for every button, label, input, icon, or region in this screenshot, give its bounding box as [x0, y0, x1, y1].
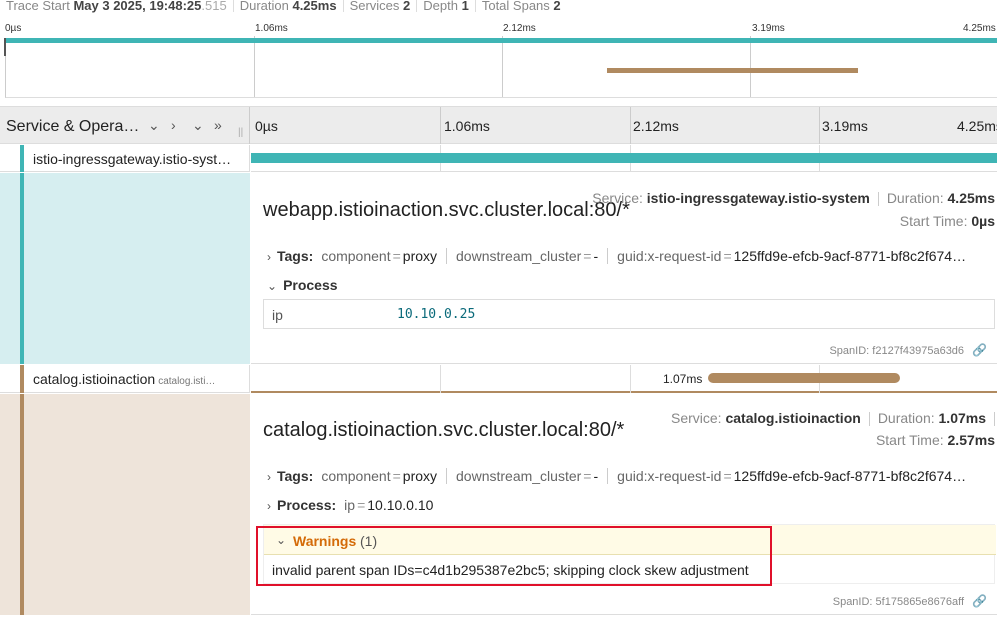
- timeline-gridline: [630, 107, 631, 144]
- span-bar[interactable]: [708, 373, 900, 383]
- span-meta-start: Start Time: 0µs: [900, 213, 995, 229]
- minimap-tick: 0µs: [5, 23, 22, 34]
- span-operation-title: webapp.istioinaction.svc.cluster.local:8…: [263, 199, 630, 221]
- process-table: ip 10.10.0.25: [263, 299, 995, 329]
- span-timeline-row[interactable]: 1.07ms: [251, 365, 997, 393]
- process-row[interactable]: › Process: ip = 10.10.0.10: [267, 497, 451, 513]
- double-chevron-right-icon[interactable]: »: [214, 117, 222, 133]
- span-detail-gutter: [0, 173, 250, 364]
- minimap-span-bar: [607, 68, 858, 73]
- trace-header: Trace Start May 3 2025, 19:48:25.515 Dura…: [0, 0, 997, 14]
- timeline-header: Service & Opera… ⌄ › ⌄ » || 0µs 1.06ms 2…: [0, 106, 997, 144]
- timeline-tick: 1.06ms: [444, 118, 490, 134]
- meta-duration-label: Duration:: [886, 190, 944, 206]
- meta-duration-value: 1.07ms: [938, 410, 986, 426]
- chevron-down-icon[interactable]: ⌄: [267, 279, 277, 293]
- tag-item: guid:x-request-id = 125ffd9e-efcb-9acf-877…: [617, 468, 967, 484]
- meta-start-value: 0µs: [971, 213, 995, 229]
- process-label: Process: [283, 277, 338, 293]
- span-operation-short: catalog.isti…: [158, 376, 216, 387]
- span-color-accent: [20, 365, 24, 393]
- process-value: 10.10.0.25: [397, 307, 476, 322]
- trace-depth: Depth 1: [417, 0, 476, 12]
- tag-item: guid:x-request-id = 125ffd9e-efcb-9acf-877…: [617, 248, 967, 264]
- trace-total-spans: Total Spans 2: [481, 0, 561, 13]
- span-row-istio-ingressgateway[interactable]: istio-ingressgateway.istio-syst…: [0, 145, 250, 172]
- process-item: ip = 10.10.0.10: [344, 497, 434, 513]
- span-id-line: SpanID: 5f175865e8676aff 🔗: [832, 594, 987, 608]
- meta-start-value: 2.57ms: [947, 432, 995, 448]
- span-meta-line: Service: catalog.istioinaction Duration: …: [670, 410, 995, 427]
- span-timeline-row[interactable]: [251, 145, 997, 172]
- timeline-tick: 0µs: [255, 118, 278, 134]
- tag-item: downstream_cluster = -: [456, 248, 609, 264]
- meta-service-value: catalog.istioinaction: [725, 410, 861, 426]
- minimap-handle[interactable]: [4, 38, 6, 56]
- tag-item: component = proxy: [321, 468, 448, 484]
- tags-row[interactable]: › Tags: component = proxy downstream_cluster =…: [267, 468, 984, 484]
- span-bar[interactable]: [251, 153, 997, 163]
- timeline-gridline: [630, 365, 631, 393]
- meta-service-value: istio-ingressgateway.istio-system: [646, 190, 870, 206]
- span-operation-title: catalog.istioinaction.svc.cluster.local:…: [263, 419, 625, 441]
- process-label: Process:: [277, 497, 337, 513]
- minimap-span-bar: [4, 38, 997, 43]
- link-icon[interactable]: 🔗: [972, 343, 987, 357]
- tags-row[interactable]: › Tags: component = proxy downstream_cluster =…: [267, 248, 984, 264]
- tags-label: Tags:: [277, 468, 314, 484]
- chevron-right-icon[interactable]: ›: [171, 117, 176, 133]
- span-service-name: istio-ingressgateway.istio-syst…: [33, 151, 232, 167]
- meta-service-label: Service:: [670, 410, 722, 426]
- timeline-tick: 2.12ms: [633, 118, 679, 134]
- span-service-name: catalog.istioinaction catalog.isti…: [33, 371, 216, 387]
- service-column-title: Service & Opera…: [6, 118, 140, 135]
- minimap-tick: 3.19ms: [752, 23, 785, 34]
- span-meta-line: Service: istio-ingressgateway.istio-syst…: [592, 190, 995, 207]
- minimap-tick: 1.06ms: [255, 23, 288, 34]
- tag-item: downstream_cluster = -: [456, 468, 609, 484]
- tag-item: component = proxy: [321, 248, 448, 264]
- tags-label: Tags:: [277, 248, 314, 264]
- trace-services: Services 2: [344, 0, 418, 12]
- span-id-value: f2127f43975a63d6: [872, 345, 965, 357]
- timeline-gridline: [440, 107, 441, 144]
- timeline-tick: 3.19ms: [822, 118, 868, 134]
- timeline-gridline: [440, 365, 441, 393]
- chevron-right-icon[interactable]: ›: [267, 470, 271, 484]
- chevron-right-icon[interactable]: ›: [267, 250, 271, 264]
- span-color-accent: [20, 173, 24, 364]
- span-id-line: SpanID: f2127f43975a63d6 🔗: [829, 343, 987, 357]
- chevron-down-icon[interactable]: ⌄: [148, 117, 160, 134]
- double-chevron-down-icon[interactable]: ⌄: [192, 117, 204, 134]
- timeline-tick: 4.25ms: [957, 118, 997, 134]
- span-meta-start: Start Time: 2.57ms: [876, 432, 995, 448]
- meta-duration-value: 4.25ms: [947, 190, 995, 206]
- trace-duration: Duration 4.25ms: [234, 0, 344, 12]
- meta-start-label: Start Time:: [899, 213, 968, 229]
- meta-duration-label: Duration:: [877, 410, 935, 426]
- trace-start: Trace Start May 3 2025, 19:48:25.515: [0, 0, 234, 12]
- meta-service-label: Service:: [592, 190, 643, 206]
- span-detail-panel: webapp.istioinaction.svc.cluster.local:8…: [251, 173, 997, 364]
- process-key: ip: [272, 307, 283, 323]
- span-detail-gutter: [0, 394, 250, 615]
- service-column-header: Service & Opera… ⌄ › ⌄ » ||: [0, 107, 250, 144]
- chevron-right-icon[interactable]: ›: [267, 499, 271, 513]
- span-id-value: 5f175865e8676aff: [875, 596, 965, 608]
- minimap-tick: 2.12ms: [503, 23, 536, 34]
- minimap-tick: 4.25ms: [963, 23, 996, 34]
- warning-highlight-outline: [256, 526, 772, 586]
- span-row-catalog[interactable]: catalog.istioinaction catalog.isti…: [0, 365, 250, 393]
- link-icon[interactable]: 🔗: [972, 594, 987, 608]
- span-bar-label: 1.07ms: [663, 372, 703, 386]
- span-color-accent: [20, 394, 24, 615]
- meta-start-label: Start Time:: [875, 432, 944, 448]
- process-row[interactable]: ⌄ Process: [267, 277, 346, 293]
- span-color-accent: [20, 145, 24, 172]
- column-resize-handle[interactable]: ||: [238, 127, 243, 138]
- timeline-gridline: [819, 107, 820, 144]
